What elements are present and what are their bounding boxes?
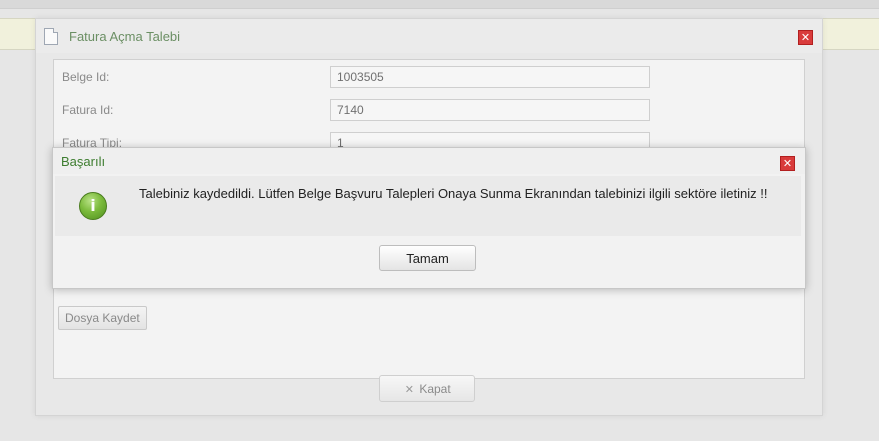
invoice-id-field[interactable]	[330, 99, 650, 121]
document-icon	[44, 28, 58, 45]
ok-button[interactable]: Tamam	[379, 245, 476, 271]
success-message: Talebiniz kaydedildi. Lütfen Belge Başvu…	[139, 186, 768, 201]
background-toolbar	[0, 0, 879, 9]
document-id-label: Belge Id:	[62, 70, 110, 84]
dialog-title: Fatura Açma Talebi	[69, 29, 181, 44]
close-button-label: Kapat	[419, 382, 451, 396]
info-icon: i	[79, 192, 107, 220]
save-file-button[interactable]: Dosya Kaydet	[58, 306, 147, 330]
close-icon[interactable]: ✕	[780, 156, 795, 171]
close-icon[interactable]: ✕	[798, 30, 813, 45]
invoice-id-label: Fatura Id:	[62, 103, 114, 117]
close-button[interactable]: ✕ Kapat	[379, 375, 475, 402]
page: Fatura Açma Talebi ✕ Belge Id: Fatura Id…	[0, 0, 879, 441]
success-header: Başarılı ✕	[53, 148, 805, 174]
success-body: i Talebiniz kaydedildi. Lütfen Belge Baş…	[55, 176, 801, 236]
close-x-icon: ✕	[404, 383, 414, 396]
success-title: Başarılı	[61, 154, 106, 169]
success-dialog: Başarılı ✕ i Talebiniz kaydedildi. Lütfe…	[52, 147, 806, 289]
document-id-field[interactable]	[330, 66, 650, 88]
dialog-header: Fatura Açma Talebi ✕	[36, 19, 822, 53]
